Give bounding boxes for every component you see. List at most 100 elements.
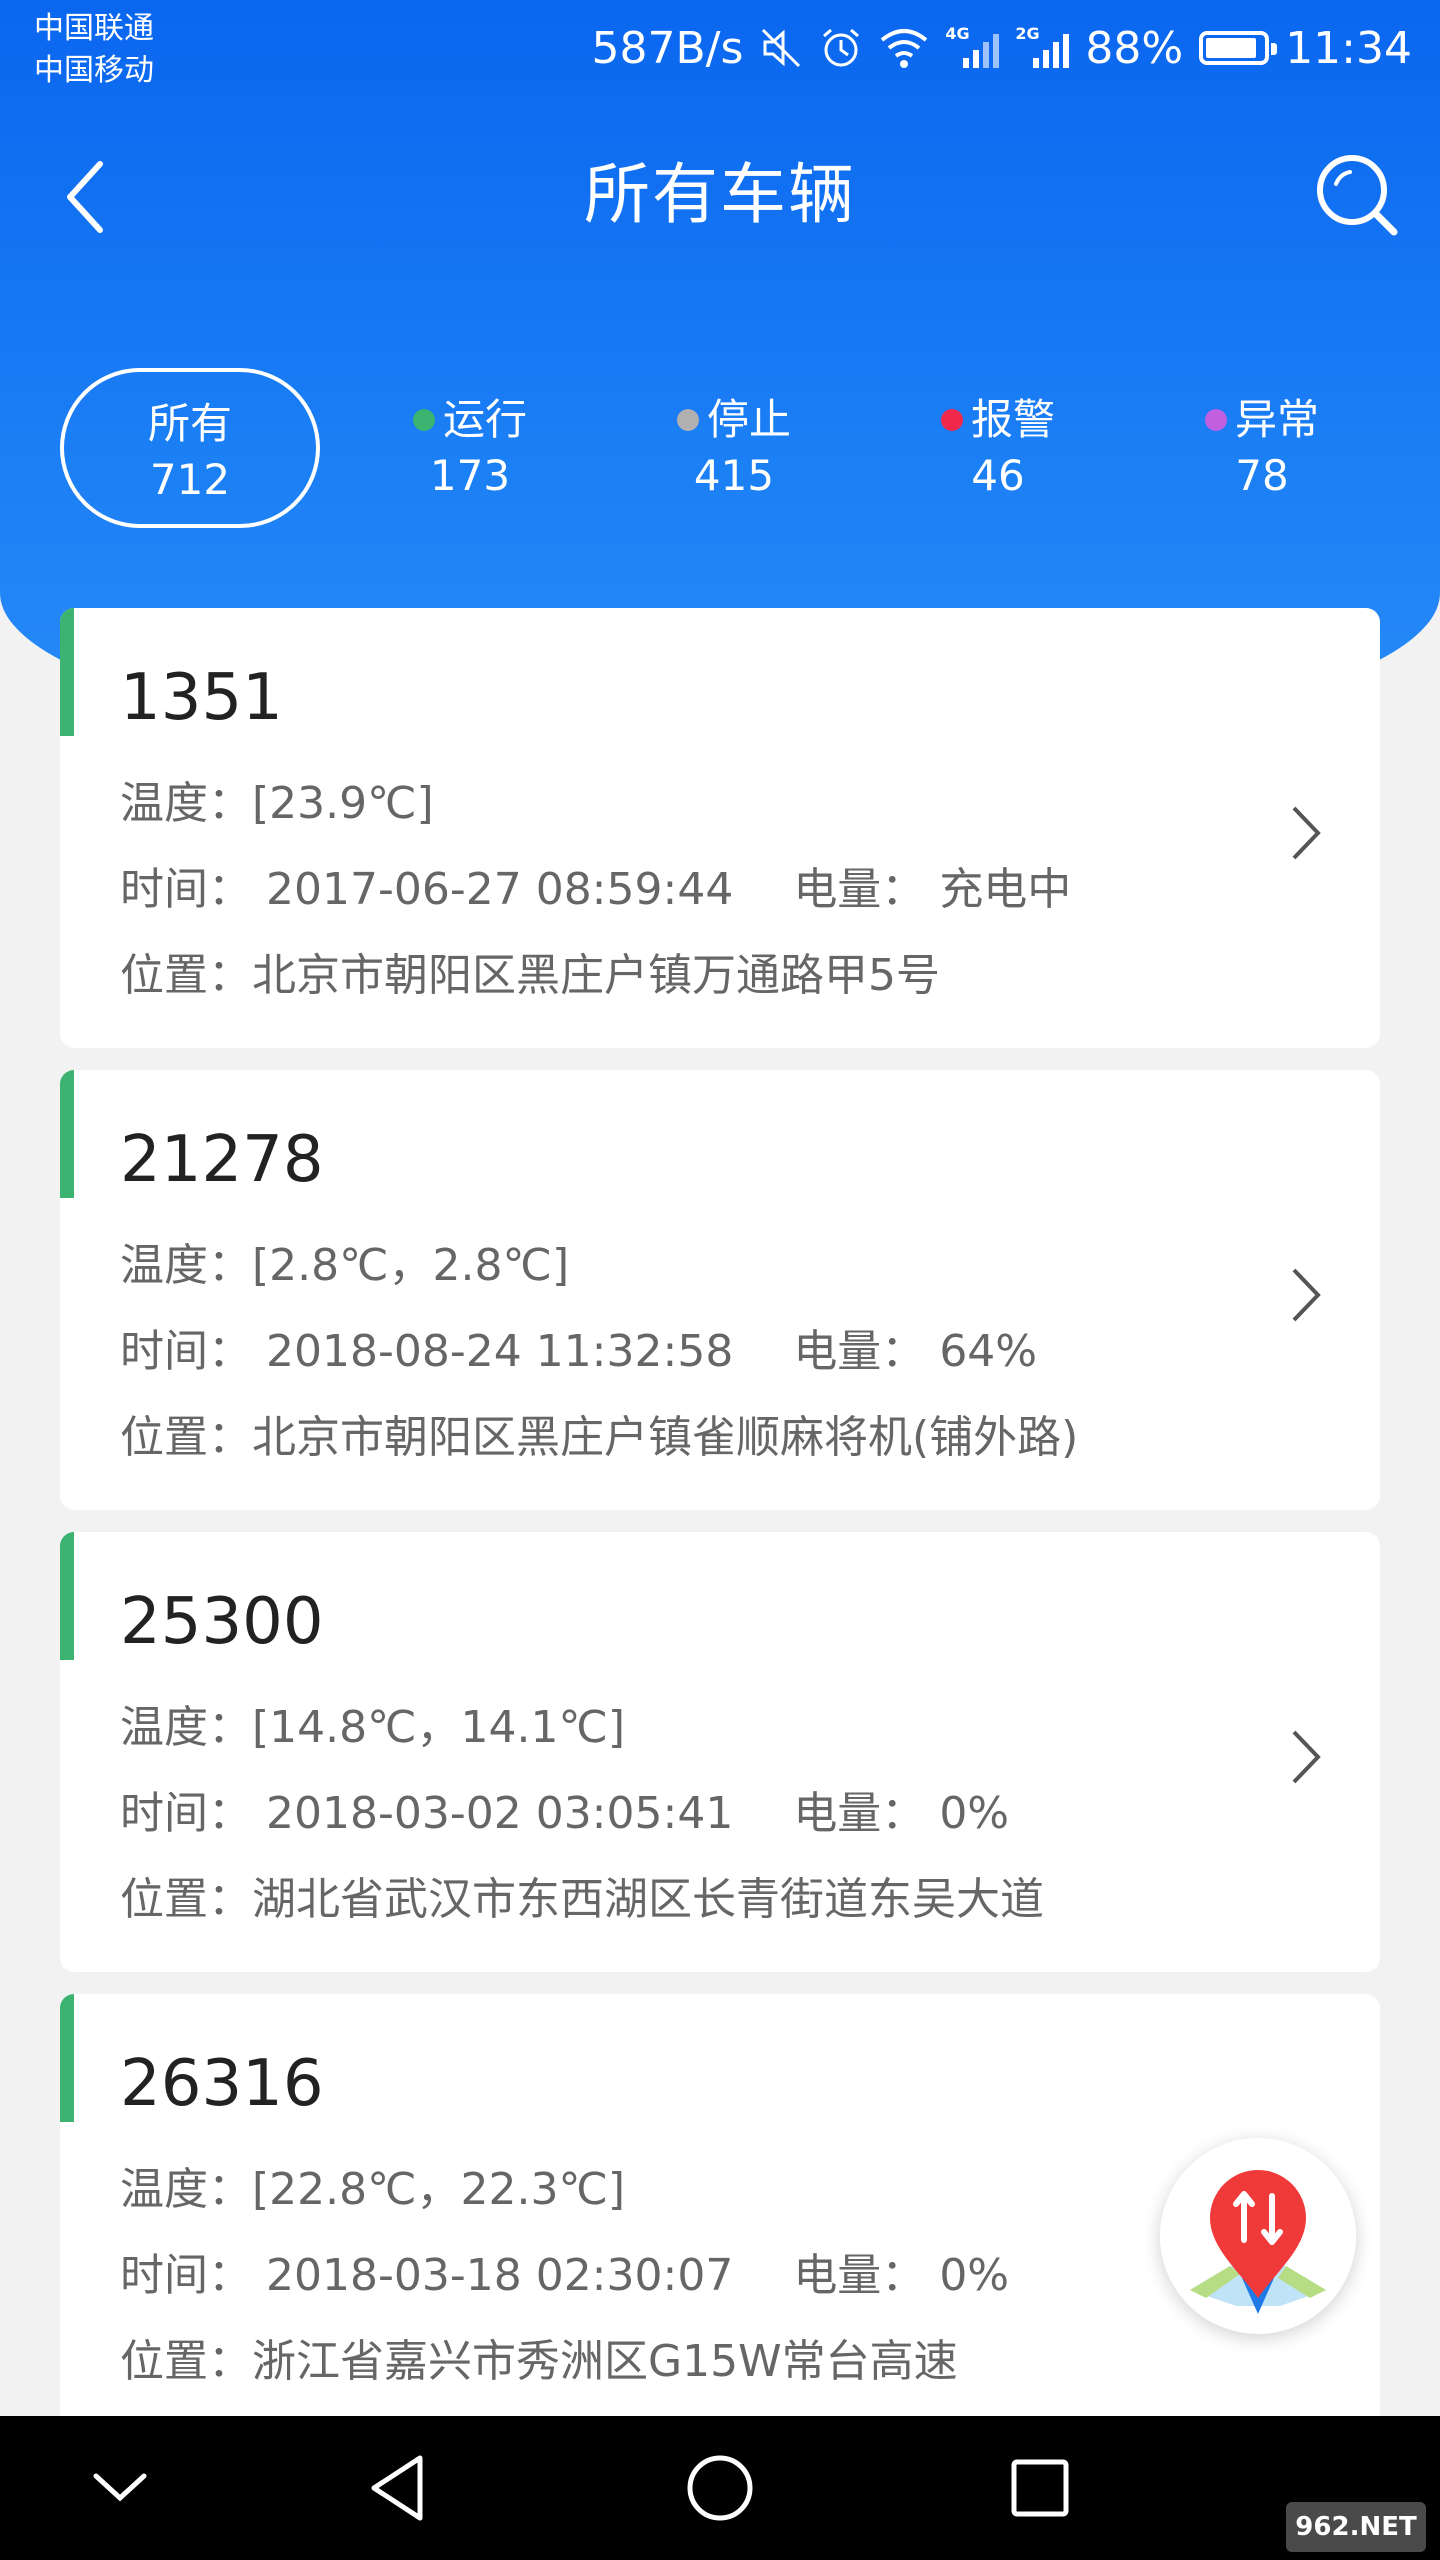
time-row: 时间： 2018-08-24 11:32:58 电量： 64% [120,1322,1037,1382]
mute-icon [762,28,801,68]
location-row: 位置：北京市朝阳区黑庄户镇万通路甲5号 [120,946,940,1006]
page-title: 所有车辆 [584,156,856,233]
status-dot-gray [676,409,699,431]
tab-alarm[interactable]: 报警 46 [868,368,1128,528]
tab-count: 78 [1235,451,1289,500]
time-value: 2018-08-24 11:32:58 [266,1326,734,1377]
status-icons: 587B/s 4G 2G 88% 11:34 [591,20,1412,76]
map-pin-sort-icon [1190,2170,1326,2314]
vehicle-id: 26316 [120,2047,324,2121]
temperature-value: [22.8℃，22.3℃] [252,2164,626,2215]
temperature-value: [2.8℃，2.8℃] [252,1240,570,1291]
time-value: 2017-06-27 08:59:44 [266,864,734,915]
battery-label: 电量： [793,864,926,915]
tab-stopped[interactable]: 停止 415 [604,368,864,528]
location-row: 位置：北京市朝阳区黑庄户镇雀顺麻将机(铺外路) [120,1408,1078,1468]
location-row: 位置：湖北省武汉市东西湖区长青街道东吴大道 [120,1870,1044,1930]
location-value: 北京市朝阳区黑庄户镇雀顺麻将机(铺外路) [252,1412,1079,1463]
time-row: 时间： 2018-03-18 02:30:07 电量： 0% [120,2246,1009,2306]
temperature-value: [14.8℃，14.1℃] [252,1702,626,1753]
nav-back-icon[interactable] [360,2448,440,2528]
carrier-1: 中国联通 [34,11,154,46]
battery-label: 电量： [793,1788,926,1839]
status-accent-bar [60,1070,74,1198]
carrier-2: 中国移动 [34,53,154,88]
tab-label: 停止 [706,395,791,444]
temperature-label: 温度： [120,778,252,829]
vehicle-card[interactable]: 1351 温度：[23.9℃] 时间： 2017-06-27 08:59:44 电… [60,608,1380,1048]
status-accent-bar [60,1532,74,1660]
battery-label: 电量： [793,2250,926,2301]
time-value: 2018-03-18 02:30:07 [266,2250,734,2301]
tab-label: 异常 [1234,395,1319,444]
location-label: 位置： [120,1412,252,1463]
time-label: 时间： [120,2250,252,2301]
location-label: 位置： [120,950,252,1001]
tab-label: 报警 [970,395,1055,444]
status-accent-bar [60,608,74,736]
temperature-row: 温度：[2.8℃，2.8℃] [120,1236,569,1296]
tab-count: 46 [971,451,1025,500]
system-nav-bar [0,2416,1440,2560]
tab-count: 712 [149,455,231,504]
temperature-row: 温度：[23.9℃] [120,774,434,834]
net-speed: 587B/s [591,22,744,74]
temperature-label: 温度： [120,2164,252,2215]
time-row: 时间： 2018-03-02 03:05:41 电量： 0% [120,1784,1009,1844]
time-row: 时间： 2017-06-27 08:59:44 电量： 充电中 [120,860,1071,920]
vehicle-card[interactable]: 21278 温度：[2.8℃，2.8℃] 时间： 2018-08-24 11:3… [60,1070,1380,1510]
chevron-down-icon[interactable] [80,2448,160,2528]
map-view-button[interactable] [1160,2138,1356,2334]
location-value: 浙江省嘉兴市秀洲区G15W常台高速 [252,2336,958,2387]
signal-icon: 2G [1015,24,1070,68]
vehicle-id: 25300 [120,1585,324,1659]
status-bar: 中国联通 中国移动 587B/s 4G 2G 88% 11:34 [0,0,1440,100]
tab-all[interactable]: 所有 712 [60,368,320,528]
battery-value: 0% [939,2250,1010,2301]
status-filter-tabs: 所有 712 运行 173 停止 415 报警 46 异常 78 [60,368,1380,528]
temperature-row: 温度：[22.8℃，22.3℃] [120,2160,625,2220]
status-dot-purple [1204,409,1227,431]
location-label: 位置： [120,1874,252,1925]
chevron-right-icon [1292,1268,1321,1322]
search-icon[interactable] [1306,144,1406,244]
status-accent-bar [60,1994,74,2122]
tab-label: 运行 [442,395,527,444]
battery-value: 充电中 [939,864,1072,915]
alarm-icon [823,28,860,67]
tab-count: 173 [429,451,511,500]
signal-2-tag: 2G [1015,24,1040,43]
location-value: 湖北省武汉市东西湖区长青街道东吴大道 [252,1874,1044,1925]
location-label: 位置： [120,2336,252,2387]
time-label: 时间： [120,1326,252,1377]
signal-icon: 4G [945,24,1000,68]
battery-icon [1199,31,1278,65]
tab-count: 415 [693,451,775,500]
time-label: 时间： [120,864,252,915]
vehicle-id: 21278 [120,1123,324,1197]
battery-value: 64% [939,1326,1038,1377]
status-dot-red [940,409,963,431]
location-value: 北京市朝阳区黑庄户镇万通路甲5号 [252,950,940,1001]
tab-running[interactable]: 运行 173 [340,368,600,528]
location-row: 位置：浙江省嘉兴市秀洲区G15W常台高速 [120,2332,958,2392]
signal-1-tag: 4G [945,24,970,43]
vehicle-card[interactable]: 25300 温度：[14.8℃，14.1℃] 时间： 2018-03-02 03… [60,1532,1380,1972]
battery-value: 0% [939,1788,1010,1839]
nav-home-icon[interactable] [680,2448,760,2528]
tab-abnormal[interactable]: 异常 78 [1132,368,1392,528]
tab-label: 所有 [147,399,232,448]
temperature-row: 温度：[14.8℃，14.1℃] [120,1698,625,1758]
time-label: 时间： [120,1788,252,1839]
time-value: 2018-03-02 03:05:41 [266,1788,734,1839]
carrier-names: 中国联通 中国移动 [34,8,154,92]
title-bar: 所有车辆 [0,130,1440,260]
status-dot-green [412,409,435,431]
battery-label: 电量： [793,1326,926,1377]
site-watermark: 962.NET [1286,2502,1426,2552]
nav-recents-icon[interactable] [1000,2448,1080,2528]
temperature-label: 温度： [120,1702,252,1753]
temperature-value: [23.9℃] [252,778,434,829]
chevron-right-icon [1292,806,1321,860]
wifi-icon [881,29,928,68]
